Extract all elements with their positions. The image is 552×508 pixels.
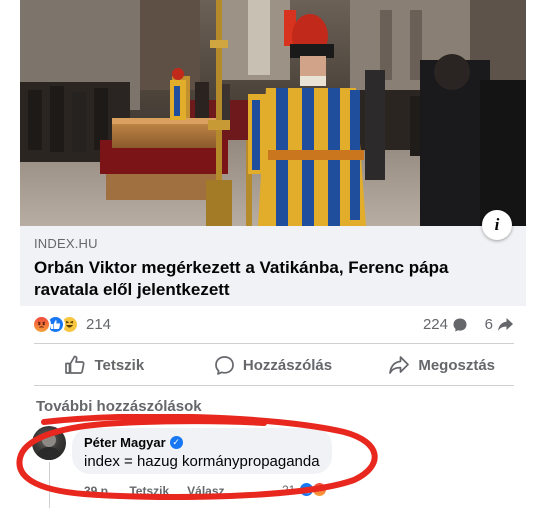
comment-bubble-icon	[453, 318, 467, 332]
reaction-summary[interactable]: 214	[32, 315, 111, 334]
comment-author[interactable]: Péter Magyar ✓	[84, 435, 320, 450]
thumbs-up-icon	[65, 355, 85, 374]
comment-reply-button[interactable]: Válasz	[187, 484, 224, 498]
comment-reaction-summary[interactable]: 21	[282, 482, 328, 497]
comment-like-button[interactable]: Tetszik	[129, 484, 169, 498]
comment-reaction-count: 21	[282, 482, 296, 497]
comment-meta: 39 p. Tetszik Válasz	[84, 484, 225, 498]
comment-item: Péter Magyar ✓ index = hazug kormányprop…	[32, 426, 512, 508]
comment-label: Hozzászólás	[242, 356, 333, 374]
comment-author-name: Péter Magyar	[84, 435, 166, 450]
comment-text: index = hazug kormánypropaganda	[84, 453, 320, 470]
comment-count-value: 224	[422, 316, 448, 333]
reaction-count: 214	[86, 316, 112, 333]
post-stats-bar: 214 224 6	[20, 312, 526, 338]
like-label: Tetszik	[94, 356, 145, 374]
angry-reaction-icon	[32, 315, 51, 334]
share-arrow-icon	[498, 318, 513, 331]
stats-divider	[34, 343, 514, 344]
speech-bubble-icon	[215, 355, 234, 375]
angry-reaction-icon	[312, 482, 328, 497]
share-count-value: 6	[484, 316, 493, 333]
post-action-bar: Tetszik Hozzászólás Megosztás	[20, 349, 526, 381]
link-preview-card[interactable]: i INDEX.HU Orbán Viktor megérkezett a Va…	[20, 0, 526, 306]
more-comments-link[interactable]: További hozzászólások	[36, 398, 202, 415]
article-photo[interactable]	[20, 0, 526, 226]
comment-button[interactable]: Hozzászólás	[189, 349, 358, 381]
actions-divider	[34, 385, 514, 386]
share-button[interactable]: Megosztás	[357, 349, 526, 381]
link-title[interactable]: Orbán Viktor megérkezett a Vatikánba, Fe…	[34, 257, 514, 301]
info-icon[interactable]: i	[482, 210, 512, 240]
comment-bubble: Péter Magyar ✓ index = hazug kormányprop…	[72, 428, 332, 474]
comment-count[interactable]: 224	[423, 316, 468, 333]
page-left-margin	[0, 0, 22, 508]
avatar[interactable]	[32, 426, 66, 460]
comment-time[interactable]: 39 p.	[84, 484, 111, 498]
basilica-scene-image	[20, 0, 526, 226]
share-label: Megosztás	[418, 356, 496, 374]
share-count[interactable]: 6	[485, 316, 514, 333]
share-icon	[389, 356, 410, 374]
link-domain: INDEX.HU	[34, 236, 98, 251]
page-right-margin	[526, 0, 552, 508]
verified-badge-icon: ✓	[169, 436, 183, 449]
like-button[interactable]: Tetszik	[20, 349, 189, 381]
